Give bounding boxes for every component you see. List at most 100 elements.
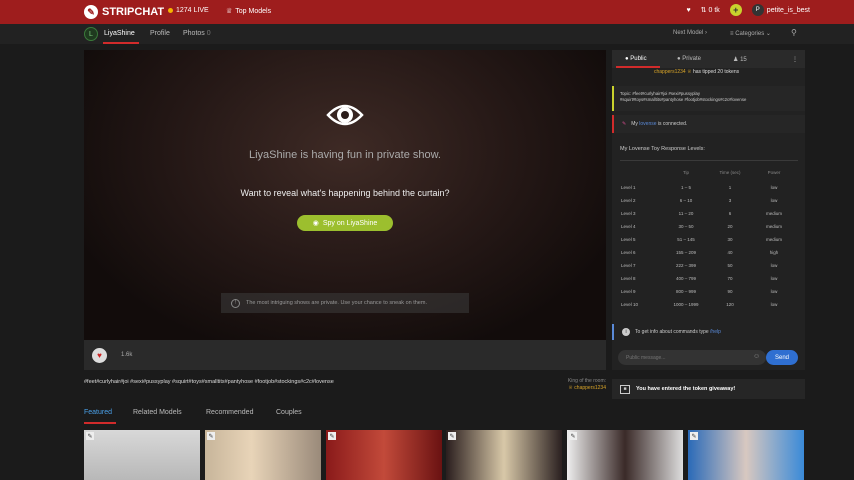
tip-message: chappers1234 ♕ has tipped 20 tokens (654, 69, 739, 75)
commands-text: To get info about commands type (635, 329, 709, 335)
level-time: 40 (727, 250, 733, 255)
edit-icon: ✎ (448, 432, 456, 440)
chat-tab-users-label: 15 (740, 57, 747, 63)
private-show-text: LiyaShine is having fun in private show. (248, 149, 441, 161)
token-balance[interactable]: ⇅ 0 tk (701, 6, 720, 14)
level-power: low (770, 302, 778, 307)
level-tip: 1000 – 1999 (673, 302, 699, 307)
tab-related-models[interactable]: Related Models (133, 409, 182, 416)
level-time: 30 (727, 237, 733, 242)
level-name: Level 5 (621, 237, 636, 242)
chat-more-icon[interactable]: ⋮ (792, 56, 798, 63)
model-avatar[interactable]: L (84, 27, 98, 41)
level-tip: 1 – 5 (680, 185, 691, 190)
spy-button[interactable]: ◉ Spy on LiyaShine (297, 215, 393, 231)
commands-hint: i To get info about commands type /help (612, 324, 805, 340)
model-thumbnail[interactable]: ✎ (84, 430, 200, 480)
lovense-connected-message: ✎ My lovense is connected. (612, 115, 805, 133)
featured-underline (84, 422, 116, 424)
tab-couples[interactable]: Couples (276, 409, 302, 416)
king-of-room: King of the room: ♕ chappers1234 (548, 378, 606, 392)
level-tip: 222 – 399 (675, 263, 697, 268)
eye-small-icon: ◉ (312, 220, 319, 227)
live-count[interactable]: 1274 LIVE (168, 7, 209, 14)
level-time: 6 (728, 211, 732, 216)
level-power: low (770, 263, 778, 268)
giveaway-message: ■ You have entered the token giveaway! (612, 379, 805, 399)
send-button[interactable]: Send (766, 350, 798, 365)
chat-tab-users[interactable]: ♟ 15 (733, 56, 747, 63)
user-icon: ♟ (733, 57, 739, 63)
private-hint-text: The most intriguing shows are private. U… (246, 300, 427, 306)
levels-header: Power (767, 170, 781, 175)
level-time: 120 (726, 302, 734, 307)
tab-featured[interactable]: Featured (84, 409, 112, 416)
tag-list[interactable]: #feet#curlyhair#joi #sexi#pussyplay #squ… (84, 379, 334, 385)
chat-bubble-icon: ● (625, 56, 629, 62)
public-message-input[interactable] (618, 350, 766, 365)
tab-recommended[interactable]: Recommended (206, 409, 253, 416)
top-models-label: Top Models (235, 7, 272, 15)
chat-tab-private[interactable]: ● Private (677, 56, 701, 62)
commands-help-link[interactable]: /help (710, 329, 721, 335)
model-thumbnail[interactable]: ✎ (326, 430, 442, 480)
level-time: 90 (727, 289, 733, 294)
video-controls-bar (84, 340, 606, 370)
categories-label: Categories (735, 31, 765, 37)
info-icon: ! (231, 298, 240, 308)
level-name: Level 2 (621, 198, 636, 203)
tab-photos-count: 0 (206, 30, 211, 37)
header-right: ♥ ⇅ 0 tk + P petite_is_best (687, 4, 810, 16)
levels-title: My Lovense Toy Response Levels: (620, 146, 705, 152)
level-name: Level 6 (621, 250, 636, 255)
info-icon: i (622, 328, 630, 336)
level-power: medium (765, 224, 782, 229)
lovense-link[interactable]: lovense (639, 121, 656, 127)
level-tip: 30 – 50 (678, 224, 694, 229)
edit-icon: ✎ (86, 432, 94, 440)
tip-user[interactable]: chappers1234 (654, 69, 686, 75)
chat-tab-private-label: Private (682, 56, 701, 62)
private-chat-icon: ● (677, 56, 681, 62)
lovense-suffix: is connected. (657, 121, 688, 127)
logo[interactable]: ✎ STRIPCHAT (84, 5, 164, 19)
chat-tab-public[interactable]: ● Public (625, 56, 647, 62)
favorites-heart-icon[interactable]: ♥ (687, 7, 691, 14)
chat-active-underline (616, 66, 660, 68)
tab-model-name[interactable]: LiyaShine (104, 30, 135, 37)
favorite-heart-button[interactable]: ♥ (92, 348, 107, 363)
top-models-link[interactable]: ♕ Top Models (226, 7, 272, 16)
model-thumbnail[interactable]: ✎ (688, 430, 804, 480)
king-name-label: chappers1234 (574, 385, 606, 391)
level-power: low (770, 276, 778, 281)
level-power: low (770, 289, 778, 294)
menu-icon: ≡ (730, 31, 734, 37)
level-name: Level 8 (621, 276, 636, 281)
tab-profile[interactable]: Profile (150, 30, 170, 37)
level-power: high (769, 250, 779, 255)
king-name[interactable]: ♕ chappers1234 (548, 385, 606, 392)
categories-button[interactable]: ≡ Categories ⌄ (730, 30, 771, 37)
chevron-down-icon: ⌄ (765, 31, 771, 37)
model-thumbnail[interactable]: ✎ (567, 430, 683, 480)
search-icon[interactable]: ⚲ (791, 28, 797, 37)
tab-photos[interactable]: Photos 0 (183, 30, 211, 37)
model-thumbnail[interactable]: ✎ (205, 430, 321, 480)
reveal-text: Want to reveal what's happening behind t… (240, 188, 450, 198)
levels-header: Tip (682, 170, 690, 175)
add-tokens-button[interactable]: + (729, 4, 742, 16)
emoji-icon[interactable]: ☺ (753, 353, 760, 360)
king-label: King of the room: (567, 378, 606, 384)
level-name: Level 7 (621, 263, 636, 268)
edit-icon: ✎ (690, 432, 698, 440)
token-balance-label: 0 tk (708, 7, 720, 14)
user-menu[interactable]: P petite_is_best (751, 4, 810, 16)
level-name: Level 10 (621, 302, 639, 307)
levels-divider (620, 160, 798, 161)
model-thumbnail[interactable]: ✎ (446, 430, 562, 480)
level-power: medium (765, 237, 782, 242)
level-power: low (770, 198, 778, 203)
edit-icon: ✎ (328, 432, 336, 440)
next-model-button[interactable]: Next Model › (673, 30, 707, 36)
level-tip: 800 – 999 (675, 289, 697, 294)
